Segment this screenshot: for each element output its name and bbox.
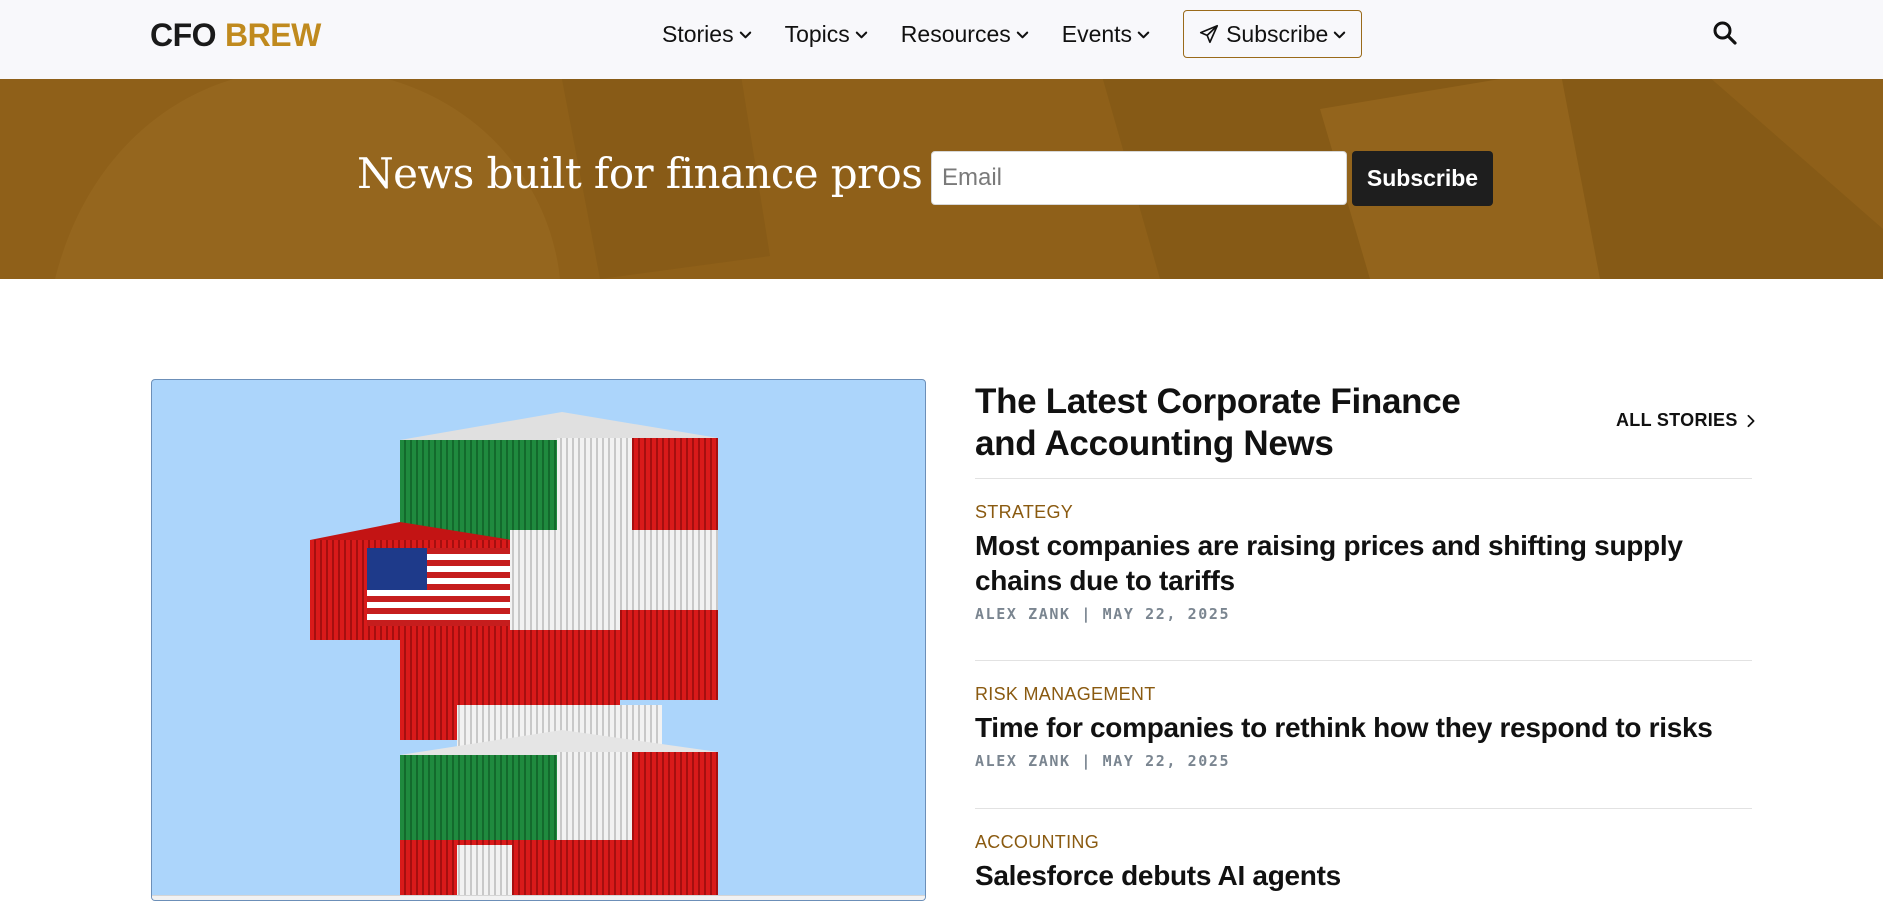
chevron-down-icon xyxy=(1137,31,1150,38)
divider xyxy=(975,478,1752,479)
image-caption-bar xyxy=(152,895,925,900)
divider xyxy=(975,660,1752,661)
all-stories-link[interactable]: ALL STORIES xyxy=(1616,410,1758,431)
chevron-down-icon xyxy=(1334,31,1346,38)
article-date: MAY 22, 2025 xyxy=(1102,752,1231,770)
article-item: RISK MANAGEMENT Time for companies to re… xyxy=(975,684,1752,770)
article-headline[interactable]: Time for companies to rethink how they r… xyxy=(975,710,1752,745)
latest-news-heading: The Latest Corporate Finance and Account… xyxy=(975,382,1461,463)
nav-events[interactable]: Events xyxy=(1062,21,1151,48)
article-author[interactable]: ALEX ZANK xyxy=(975,605,1071,623)
article-category[interactable]: ACCOUNTING xyxy=(975,832,1099,853)
nav-topics[interactable]: Topics xyxy=(785,21,869,48)
nav-events-label: Events xyxy=(1061,20,1133,47)
featured-article-image[interactable] xyxy=(151,379,926,901)
nav-stories-label: Stories xyxy=(662,20,734,47)
logo-text-brew: BREW xyxy=(225,17,321,53)
article-byline: ALEX ZANK | MAY 22, 2025 xyxy=(975,605,1231,623)
logo-text-cfo: CFO xyxy=(150,17,217,53)
article-item: STRATEGY Most companies are raising pric… xyxy=(975,502,1752,623)
divider xyxy=(975,808,1752,809)
nav-resources[interactable]: Resources xyxy=(901,21,1030,48)
newsletter-banner: News built for finance pros Subscribe xyxy=(0,79,1883,279)
banner-title: News built for finance pros xyxy=(357,149,923,198)
chevron-down-icon xyxy=(855,31,868,38)
site-header: CFO BREW Stories Topics Resources Events … xyxy=(0,0,1883,79)
all-stories-label: ALL STORIES xyxy=(1616,410,1738,430)
article-category[interactable]: RISK MANAGEMENT xyxy=(975,684,1156,705)
article-date: MAY 22, 2025 xyxy=(1102,605,1231,623)
container-stack-illustration xyxy=(310,412,718,900)
email-input[interactable] xyxy=(931,151,1347,205)
article-headline[interactable]: Salesforce debuts AI agents xyxy=(975,858,1752,893)
nav-resources-label: Resources xyxy=(900,20,1011,47)
nav-topics-label: Topics xyxy=(784,20,850,47)
article-author[interactable]: ALEX ZANK xyxy=(975,752,1071,770)
subscribe-nav-label: Subscribe xyxy=(1226,20,1329,47)
article-headline[interactable]: Most companies are raising prices and sh… xyxy=(975,528,1752,598)
chevron-down-icon xyxy=(1016,31,1028,38)
chevron-right-icon xyxy=(1747,414,1755,427)
paper-plane-icon xyxy=(1199,24,1219,44)
subscribe-nav-button[interactable]: Subscribe xyxy=(1183,10,1363,58)
cfo-brew-logo[interactable]: CFO BREW xyxy=(150,17,321,54)
main-nav: Stories Topics Resources Events Subscrib… xyxy=(662,10,1363,58)
article-category[interactable]: STRATEGY xyxy=(975,502,1073,523)
nav-stories[interactable]: Stories xyxy=(662,21,753,48)
subscribe-button[interactable]: Subscribe xyxy=(1352,151,1493,206)
article-item: ACCOUNTING Salesforce debuts AI agents xyxy=(975,832,1752,893)
article-byline: ALEX ZANK | MAY 22, 2025 xyxy=(975,752,1231,770)
chevron-down-icon xyxy=(739,31,751,38)
search-icon[interactable] xyxy=(1712,20,1738,46)
